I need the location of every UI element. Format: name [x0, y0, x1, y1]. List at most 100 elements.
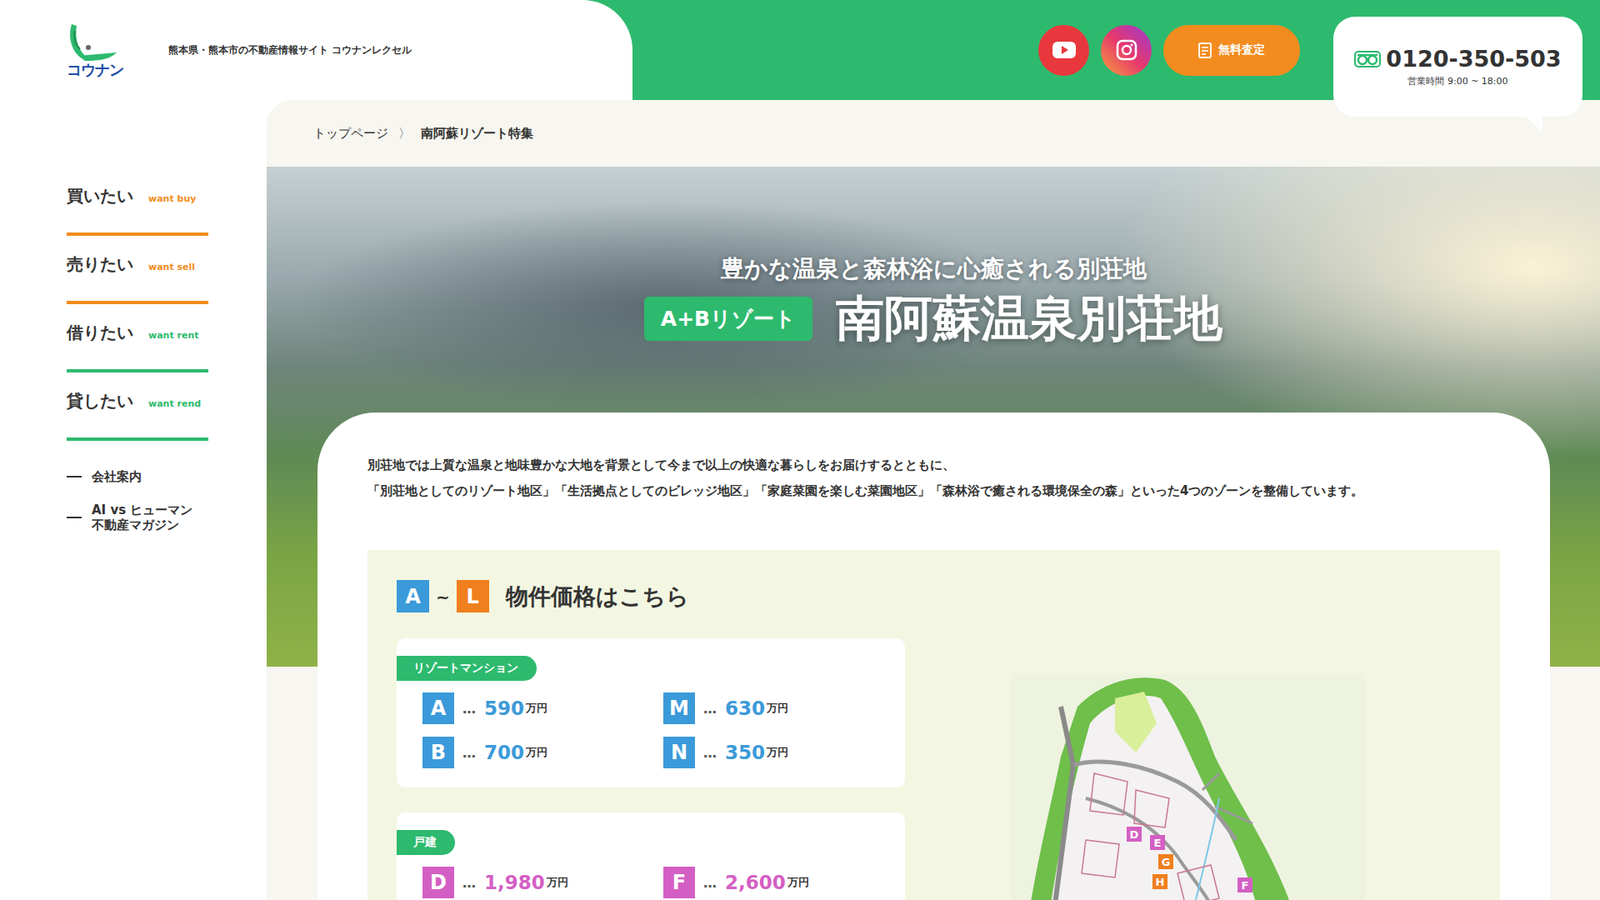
dots: … [703, 875, 717, 891]
letter-badge: L [456, 580, 490, 613]
map-pin[interactable]: H [1152, 874, 1168, 890]
logo-text: コウナン [66, 62, 124, 78]
site-header: コウナン 熊本県・熊本市の不動産情報サイト コウナンレクセル 無料査定 0120-35… [0, 0, 1600, 100]
breadcrumb-separator: 〉 [398, 125, 411, 142]
property-letter: A [422, 692, 455, 725]
price-card: リゾートマンションA…590万円M…630万円B…700万円N…350万円 [396, 638, 905, 788]
phone-row: 0120-350-503 [1354, 45, 1561, 72]
nav-label: 借りたい [66, 322, 134, 343]
brand: コウナン 熊本県・熊本市の不動産情報サイト コウナンレクセル [0, 0, 633, 100]
body: 買いたい want buy 売りたい want sell 借りたいwant rent 貸し… [0, 100, 1600, 900]
nav-item[interactable]: 貸したいwant rend [66, 390, 209, 441]
svg-text:D: D [1130, 828, 1140, 841]
price-value: 350 [725, 741, 765, 764]
price-value: 630 [725, 697, 765, 720]
content-card: 別荘地では上質な温泉と地味豊かな大地を背景として今まで以上の快適な暮らしをお届け… [317, 412, 1550, 900]
price-unit: 万円 [766, 700, 789, 716]
price-layout: リゾートマンションA…590万円M…630万円B…700万円N…350万円戸建D… [396, 638, 1471, 900]
nav-sub: want buy [148, 193, 196, 205]
hero-title-row: A+Bリゾート南阿蘇温泉別荘地 [644, 290, 1223, 349]
svg-text:E: E [1154, 836, 1162, 850]
instagram-button[interactable] [1100, 25, 1152, 76]
price-unit: 万円 [766, 745, 789, 760]
price-item[interactable]: N…350万円 [663, 736, 905, 769]
price-item[interactable]: D…1,980万円 [422, 866, 664, 899]
dots: … [462, 875, 476, 891]
nav-label: 買いたい [66, 185, 134, 206]
price-item[interactable]: M … 630万円 [663, 692, 905, 725]
nav-label: 貸したい [66, 390, 134, 411]
price-unit: 万円 [525, 745, 548, 760]
sidebar-link[interactable]: 会社案内 [66, 469, 209, 485]
group-label: 戸建 [396, 830, 455, 855]
dash-icon [66, 475, 82, 478]
price-heading: A~ L 物件価格はこちら [396, 580, 1471, 613]
cta-label: 無料査定 [1218, 42, 1265, 58]
price-value: 590 [484, 697, 525, 720]
price-card: 戸建D…1,980万円F…2,600万円 [396, 812, 905, 900]
header-actions: 無料査定 [1038, 0, 1300, 100]
hero-subtitle: 豊かな温泉と森林浴に心癒される別荘地 [720, 255, 1147, 284]
svg-text:H: H [1155, 875, 1165, 889]
dash-icon [66, 516, 82, 519]
youtube-icon [1052, 41, 1076, 59]
nav-sub: want sell [148, 261, 195, 273]
price-grid: A…590万円M…630万円B…700万円N…350万円 [396, 692, 905, 769]
link-text: 会社案内 [91, 469, 142, 485]
breadcrumb-item[interactable]: トップページ [313, 125, 389, 142]
logo-leaf-icon [66, 22, 119, 63]
tagline: 熊本県・熊本市の不動産情報サイト コウナンレクセル [168, 43, 412, 58]
price-item[interactable]: F … 2,600万円 [663, 866, 905, 899]
nav-label: 売りたい [66, 254, 134, 275]
property-letter: B [422, 736, 455, 769]
property-letter: N [663, 736, 695, 769]
price-unit: 万円 [787, 875, 810, 890]
price-item[interactable]: A … 590万円 [422, 692, 664, 725]
property-letter: M [663, 692, 695, 725]
main: トップページ〉南阿蘇リゾート特集豊かな温泉と森林浴に心癒される別荘地 A+Bリゾー… [266, 100, 1600, 900]
svg-text:G: G [1161, 855, 1171, 869]
price-title: 物件価格はこちら [505, 581, 690, 612]
phone-box[interactable]: 0120-350-503 営業時間 9:00 ~ 18:00 [1333, 16, 1583, 117]
business-hours: 営業時間 9:00 ~ 18:00 [1407, 75, 1508, 88]
free-appraisal-button[interactable]: 無料査定 [1163, 25, 1300, 76]
nav-item[interactable]: 売りたい want sell [66, 254, 209, 305]
document-icon [1198, 42, 1212, 59]
property-letter: F [663, 866, 695, 899]
price-item[interactable]: B … 700万円 [422, 736, 664, 769]
price-unit: 万円 [546, 875, 569, 890]
hero-title: 南阿蘇温泉別荘地 [835, 290, 1223, 349]
site-map-drawing: D EGH F [1010, 673, 1365, 900]
price-cards: リゾートマンションA…590万円M…630万円B…700万円N…350万円戸建D… [396, 638, 905, 900]
hero-badge: A+Bリゾート [644, 296, 813, 341]
price-unit: 万円 [525, 700, 548, 716]
free-dial-icon [1354, 50, 1381, 68]
sidebar: 買いたい want buy 売りたい want sell 借りたいwant rent 貸し… [0, 100, 267, 900]
logo[interactable]: コウナン [66, 22, 135, 78]
price-grid: D…1,980万円F…2,600万円 [396, 866, 905, 899]
breadcrumb-item[interactable]: 南阿蘇リゾート特集 [420, 125, 534, 142]
price-value: 1,980 [484, 871, 545, 894]
letter-badge: A [396, 580, 430, 613]
nav-item[interactable]: 買いたい want buy [66, 185, 209, 236]
price-value: 700 [484, 741, 525, 764]
dots: … [462, 745, 476, 761]
map-pin[interactable]: E [1150, 835, 1165, 850]
map-pin[interactable]: F [1237, 877, 1253, 893]
nav-item[interactable]: 借りたいwant rent [66, 322, 209, 373]
price-box: A~L物件価格はこちらリゾートマンションA…590万円M…630万円B…700万… [367, 550, 1500, 900]
group-label: リゾートマンション [396, 655, 537, 681]
link-text: AI vs ヒューマン不動産マガジン [91, 502, 193, 533]
tilde: ~ [435, 586, 450, 607]
phone-number: 0120-350-503 [1385, 45, 1561, 72]
svg-text:F: F [1241, 879, 1250, 892]
youtube-button[interactable] [1038, 25, 1090, 76]
price-value: 2,600 [725, 871, 786, 894]
intro-line: 「別荘地としてのリゾート地区」「生活拠点としてのビレッジ地区」「家庭菜園を楽しむ… [367, 478, 1500, 505]
map-pin[interactable]: D [1126, 826, 1142, 842]
sidebar-link[interactable]: AI vs ヒューマン不動産マガジン [66, 502, 209, 533]
map-pin[interactable]: G [1158, 854, 1174, 870]
dots: … [462, 700, 476, 717]
dots: … [703, 700, 717, 717]
site-map: D EGH F [905, 673, 1471, 900]
